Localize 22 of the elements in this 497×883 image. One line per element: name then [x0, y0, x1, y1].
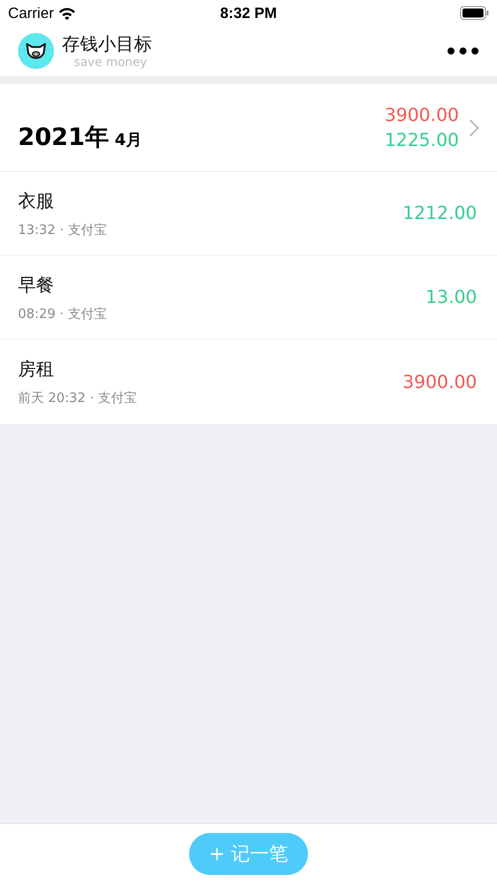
record-name: 房租 [18, 358, 55, 381]
more-icon[interactable] [447, 47, 479, 55]
app-subtitle: save money [74, 56, 148, 68]
pig-logo-icon [18, 33, 54, 69]
record-amount: 1212.00 [402, 203, 477, 224]
record-amount: 3900.00 [402, 372, 477, 392]
clock-time: 8:32 PM [220, 4, 277, 22]
month-label: 4月 [114, 130, 142, 150]
total-amount: 3900.00 [384, 104, 459, 126]
record-meta: 13:32 · 支付宝 [18, 222, 108, 238]
app-title: 存钱小目标 [62, 34, 153, 56]
record-amount: 13.00 [425, 287, 477, 308]
add-record-button[interactable]: + 记一笔 [189, 832, 308, 874]
record-name: 早餐 [18, 274, 55, 296]
year-label: 2021年 [18, 122, 109, 152]
battery-icon [460, 6, 489, 20]
record-meta: 08:29 · 支付宝 [18, 306, 108, 322]
wifi-icon [58, 6, 76, 20]
carrier-label: Carrier [8, 4, 54, 22]
record-meta: 前天 20:32 · 支付宝 [18, 390, 138, 407]
record-name: 衣服 [18, 190, 55, 212]
total-amount: 1225.00 [384, 130, 459, 150]
